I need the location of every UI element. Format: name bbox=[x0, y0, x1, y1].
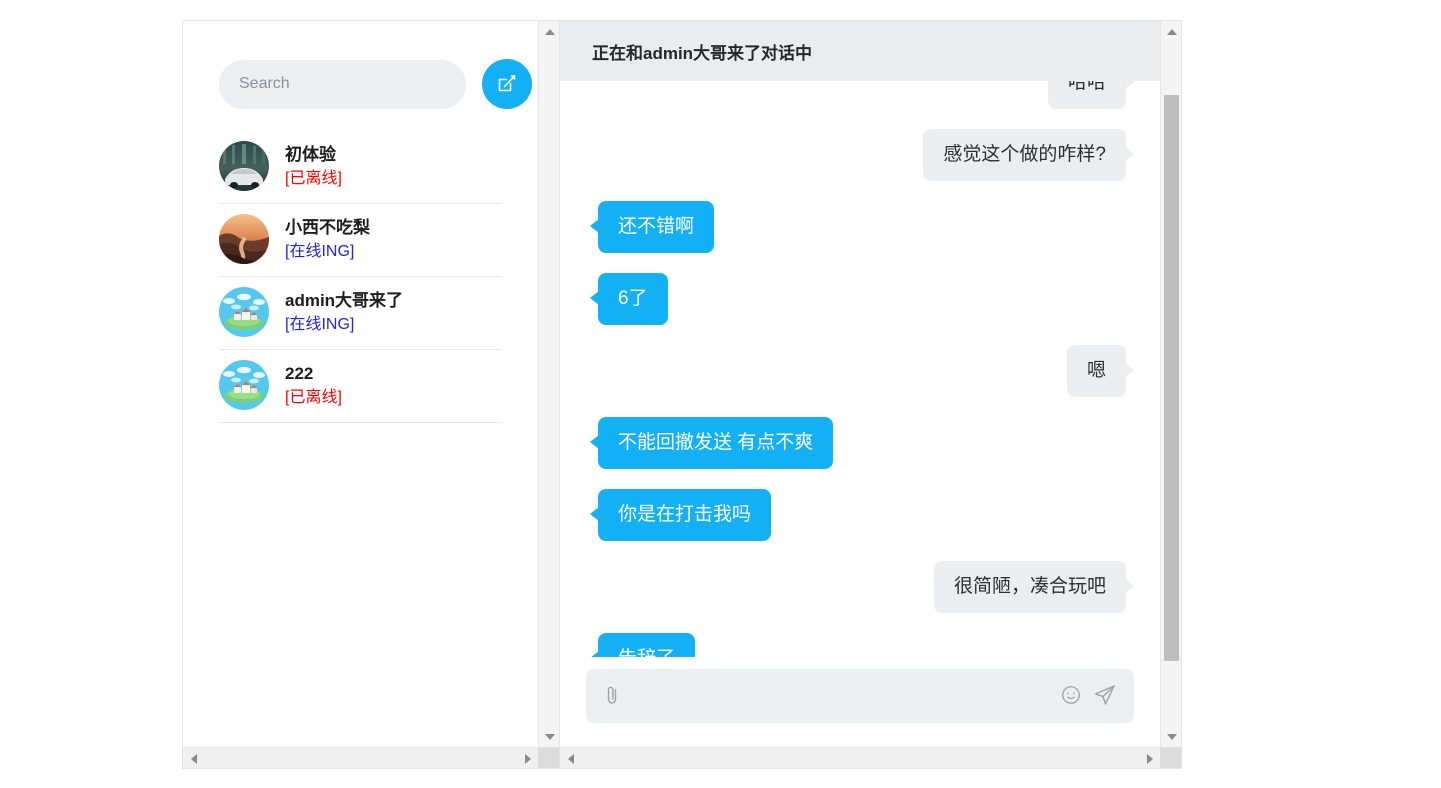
default-island-avatar bbox=[219, 287, 269, 337]
contact-status: [在线ING] bbox=[285, 315, 355, 333]
contact-text: admin大哥来了 [在线ING] bbox=[285, 290, 403, 335]
message-row: 很简陋，凑合玩吧 bbox=[598, 561, 1135, 613]
chat-scrollbar-corner bbox=[1160, 747, 1181, 768]
chat-panel: 正在和admin大哥来了对话中 哈哈 感觉这个做的咋样? 还不错啊 6了 嗯 不… bbox=[559, 20, 1182, 769]
photo-car-avatar bbox=[219, 141, 269, 191]
scroll-down-arrow-icon[interactable] bbox=[539, 726, 560, 747]
contact-name: 222 bbox=[285, 363, 314, 383]
scroll-up-arrow-icon[interactable] bbox=[1161, 21, 1182, 42]
contact-status: [已离线] bbox=[285, 169, 342, 187]
scroll-left-arrow-icon[interactable] bbox=[183, 748, 204, 769]
compose-button[interactable] bbox=[482, 59, 532, 109]
contact-text: 222 [已离线] bbox=[285, 363, 342, 408]
compose-edit-icon bbox=[495, 71, 519, 98]
message-bubble-incoming: 很简陋，凑合玩吧 bbox=[933, 561, 1135, 613]
send-paper-plane-icon bbox=[1092, 682, 1118, 711]
message-bubble-incoming: 嗯 bbox=[1066, 345, 1135, 397]
message-row: 感觉这个做的咋样? bbox=[598, 129, 1134, 181]
message-bubble-outgoing: 你是在打击我吗 bbox=[589, 489, 772, 541]
contact-name: 初体验 bbox=[285, 144, 336, 164]
scroll-right-arrow-icon[interactable] bbox=[1139, 748, 1160, 769]
message-composer bbox=[560, 657, 1160, 747]
chat-header: 正在和admin大哥来了对话中 bbox=[560, 21, 1160, 81]
message-bubble-incoming: 哈哈 bbox=[1047, 81, 1135, 109]
message-row: 告辞了 bbox=[589, 633, 1126, 657]
message-row: 哈哈 bbox=[598, 81, 1135, 109]
composer-bar bbox=[586, 669, 1134, 723]
message-row: 6了 bbox=[590, 273, 1126, 325]
scrollbar-thumb[interactable] bbox=[1164, 95, 1179, 661]
contact-list-item[interactable]: 222 [已离线] bbox=[219, 350, 502, 423]
contact-list-item[interactable]: 初体验 [已离线] bbox=[219, 131, 502, 204]
paperclip-icon bbox=[602, 684, 622, 709]
chat-vertical-scrollbar[interactable] bbox=[1160, 21, 1181, 747]
sidebar-vertical-scrollbar[interactable] bbox=[538, 21, 559, 747]
message-row: 你是在打击我吗 bbox=[589, 489, 1126, 541]
message-row: 不能回撤发送 有点不爽 bbox=[589, 417, 1126, 469]
contact-list-item[interactable]: admin大哥来了 [在线ING] bbox=[219, 277, 502, 350]
contact-text: 初体验 [已离线] bbox=[285, 144, 342, 189]
chat-application: 初体验 [已离线] bbox=[182, 20, 1182, 769]
contact-name: admin大哥来了 bbox=[285, 290, 404, 310]
scroll-down-arrow-icon[interactable] bbox=[1161, 726, 1182, 747]
contact-name: 小西不吃梨 bbox=[285, 217, 370, 237]
message-row: 嗯 bbox=[598, 345, 1135, 397]
message-bubble-outgoing: 告辞了 bbox=[589, 633, 696, 657]
message-bubble-outgoing: 6了 bbox=[590, 273, 668, 325]
chat-content: 正在和admin大哥来了对话中 哈哈 感觉这个做的咋样? 还不错啊 6了 嗯 不… bbox=[560, 21, 1160, 747]
scroll-left-arrow-icon[interactable] bbox=[560, 748, 581, 769]
send-button[interactable] bbox=[1092, 682, 1118, 711]
message-row: 还不错啊 bbox=[589, 201, 1126, 253]
sidebar-scrollbar-corner bbox=[538, 747, 559, 768]
sidebar-horizontal-scrollbar[interactable] bbox=[183, 747, 538, 768]
emoji-button[interactable] bbox=[1060, 684, 1082, 709]
scroll-right-arrow-icon[interactable] bbox=[517, 748, 538, 769]
search-input[interactable] bbox=[219, 59, 466, 109]
message-bubble-outgoing: 不能回撤发送 有点不爽 bbox=[589, 417, 834, 469]
chat-horizontal-scrollbar[interactable] bbox=[560, 747, 1160, 768]
default-island-avatar bbox=[219, 360, 269, 410]
attach-button[interactable] bbox=[602, 684, 622, 709]
contact-list-item[interactable]: 小西不吃梨 [在线ING] bbox=[219, 204, 502, 277]
contact-status: [在线ING] bbox=[285, 242, 355, 260]
contact-status: [已离线] bbox=[285, 388, 342, 406]
message-bubble-incoming: 感觉这个做的咋样? bbox=[923, 129, 1134, 181]
scroll-up-arrow-icon[interactable] bbox=[539, 21, 560, 42]
message-input[interactable] bbox=[632, 669, 1050, 723]
sidebar-content: 初体验 [已离线] bbox=[183, 21, 538, 747]
chat-title: 正在和admin大哥来了对话中 bbox=[592, 43, 813, 63]
contact-list: 初体验 [已离线] 小西不吃梨 [在线ING] admin大哥来了 [在线ING… bbox=[183, 131, 538, 423]
contact-text: 小西不吃梨 [在线ING] bbox=[285, 217, 370, 262]
message-bubble-outgoing: 还不错啊 bbox=[589, 201, 715, 253]
smiley-icon bbox=[1060, 684, 1082, 709]
sidebar-search-row bbox=[183, 21, 538, 109]
photo-sunset-canyon-avatar bbox=[219, 214, 269, 264]
message-list: 哈哈 感觉这个做的咋样? 还不错啊 6了 嗯 不能回撤发送 有点不爽 你是在打击… bbox=[560, 81, 1160, 657]
contacts-sidebar: 初体验 [已离线] bbox=[182, 20, 559, 769]
